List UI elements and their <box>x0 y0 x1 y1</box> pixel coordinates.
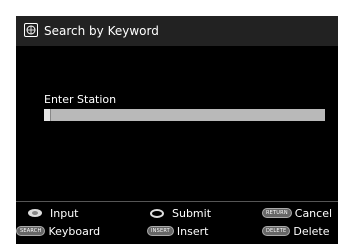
delete-key-badge: DELETE <box>262 226 291 236</box>
text-cursor <box>44 109 51 121</box>
return-key-badge: RETURN <box>262 208 292 218</box>
hint-insert: INSERT Insert <box>147 222 208 240</box>
dpad-icon <box>28 209 42 217</box>
hint-input-label: Input <box>50 206 79 220</box>
hint-keyboard: SEARCH Keyboard <box>16 222 100 240</box>
page-title: Search by Keyword <box>44 24 159 38</box>
divider <box>16 201 338 202</box>
enter-station-label: Enter Station <box>44 93 117 106</box>
station-input-caret-layer <box>44 109 325 121</box>
help-row-top: Input Submit RETURN Cancel <box>16 204 338 222</box>
hint-submit-label: Submit <box>172 206 212 220</box>
help-row-bottom: SEARCH Keyboard INSERT Insert DELETE Del… <box>16 222 338 240</box>
hint-submit: Submit <box>150 204 211 222</box>
search-screen: Search by Keyword Enter Station Input Su… <box>16 16 338 244</box>
hint-cancel: RETURN Cancel <box>262 204 332 222</box>
search-key-badge: SEARCH <box>16 226 46 236</box>
hint-cancel-label: Cancel <box>294 206 333 220</box>
internet-radio-icon <box>24 23 38 37</box>
hint-input: Input <box>28 204 78 222</box>
hint-keyboard-label: Keyboard <box>48 224 101 238</box>
enter-icon <box>150 208 164 218</box>
title-bar: Search by Keyword <box>16 16 338 46</box>
hint-delete-label: Delete <box>293 224 330 238</box>
hint-insert-label: Insert <box>176 224 209 238</box>
insert-key-badge: INSERT <box>147 226 174 236</box>
hint-delete: DELETE Delete <box>262 222 330 240</box>
